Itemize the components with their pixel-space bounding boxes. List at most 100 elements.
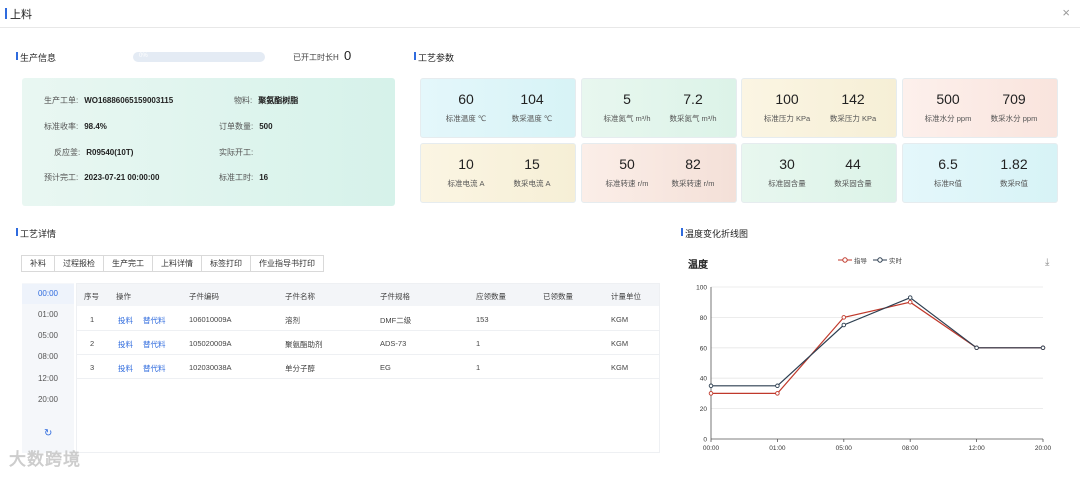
substitute-link[interactable]: 替代料: [143, 363, 166, 374]
legend-marker-guide: [838, 257, 852, 263]
cell-name: 单分子醇: [285, 364, 315, 373]
param-std-value: 5: [623, 91, 631, 107]
param-card-speed: 50 82 标准转速 r/m 数采转速 r/m: [581, 143, 737, 203]
dialog-header: 上料 ×: [0, 0, 1080, 28]
table-row: 1 投料 替代料 106010009A 溶剂 DMF二级 153 KGM: [77, 307, 659, 331]
column-header: 序号: [84, 292, 99, 301]
substitute-link[interactable]: 替代料: [143, 339, 166, 350]
label-print-button[interactable]: 标签打印: [201, 255, 251, 272]
complete-button[interactable]: 生产完工: [103, 255, 153, 272]
cell-unit: KGM: [611, 339, 629, 348]
cell-qty: 1: [476, 363, 481, 372]
param-std-value: 10: [458, 156, 474, 172]
param-std-value: 6.5: [938, 156, 958, 172]
refresh-icon[interactable]: ↻: [44, 428, 52, 439]
feed-link[interactable]: 投料: [118, 315, 133, 326]
param-card-moisture: 500 709 标准水分 ppm 数采水分 ppm: [902, 78, 1058, 138]
production-section-title: 生产信息: [15, 52, 57, 63]
param-act-label: 数采转速 r/m: [671, 179, 715, 188]
x-tick-label: 01:00: [769, 445, 786, 452]
column-header: 已领数量: [543, 292, 573, 301]
download-icon[interactable]: ⤓: [1045, 257, 1049, 268]
chart-section-title: 温度变化折线图: [680, 228, 749, 239]
param-std-value: 30: [779, 156, 795, 172]
table-row: 3 投料 替代料 102030038A 单分子醇 EG 1 KGM: [77, 355, 659, 379]
production-info-card: 生产工单: WO16886065159003115 标准收率: 98.4% 反应釜:…: [22, 78, 395, 206]
replenish-button[interactable]: 补料: [21, 255, 55, 272]
cell-code: 102030038A: [189, 363, 232, 372]
chart-legend[interactable]: 指导 实时: [838, 255, 902, 265]
param-card-current: 10 15 标准电流 A 数采电流 A: [420, 143, 576, 203]
time-item[interactable]: 05:00: [22, 326, 74, 346]
x-tick-label: 12:00: [968, 445, 985, 452]
legend-label-guide: 指导: [854, 258, 867, 265]
param-std-value: 60: [458, 91, 474, 107]
data-point: [775, 391, 780, 396]
param-act-label: 数采压力 KPa: [829, 114, 877, 123]
feed-link[interactable]: 投料: [118, 363, 133, 374]
y-tick-label: 60: [700, 345, 708, 352]
param-act-value: 82: [685, 156, 701, 172]
hours-value: 0: [344, 48, 352, 63]
column-header: 应领数量: [476, 292, 506, 301]
series-line-1: [711, 296, 1043, 387]
param-act-label: 数采温度 ℃: [511, 114, 553, 123]
action-button-group: 补料 过程报检 生产完工 上料详情 标签打印 作业指导书打印: [21, 255, 324, 272]
param-act-label: 数采R值: [1000, 179, 1028, 188]
inspection-button[interactable]: 过程报检: [54, 255, 104, 272]
close-icon[interactable]: ×: [1062, 5, 1070, 20]
info-order-qty: 订单数量: 500: [219, 122, 273, 131]
x-tick-label: 00:00: [703, 445, 720, 452]
param-card-temperature: 60 104 标准温度 ℃ 数采温度 ℃: [420, 78, 576, 138]
chart-title: 温度: [688, 260, 708, 271]
data-point: [907, 295, 913, 300]
cell-name: 聚氨酯助剂: [285, 340, 323, 349]
cell-qty: 1: [476, 339, 481, 348]
substitute-link[interactable]: 替代料: [143, 315, 166, 326]
dialog-title: 上料: [10, 9, 32, 21]
param-card-solids: 30 44 标准固含量 数采固含量: [741, 143, 897, 203]
info-expected-finish: 预计完工: 2023-07-21 00:00:00: [44, 173, 160, 182]
cell-name: 溶剂: [285, 316, 300, 325]
legend-marker-realtime: [873, 257, 887, 263]
materials-table: 序号 操作 子件编码 子件名称 子件规格 应领数量 已领数量 计量单位 1 投料…: [76, 283, 660, 453]
column-header: 子件名称: [285, 292, 315, 301]
param-act-label: 数采固含量: [834, 179, 872, 188]
params-section-title: 工艺参数: [413, 52, 455, 63]
progress-text: 0%: [139, 53, 148, 59]
time-item[interactable]: 20:00: [22, 390, 74, 410]
cell-no: 2: [90, 339, 95, 348]
y-tick-label: 0: [703, 437, 707, 444]
cell-no: 3: [90, 363, 95, 372]
time-item[interactable]: 08:00: [22, 347, 74, 367]
param-act-value: 44: [845, 156, 861, 172]
cell-spec: ADS-73: [380, 339, 407, 348]
progress-bar: 0%: [133, 52, 265, 62]
data-point: [907, 299, 913, 305]
column-header: 计量单位: [611, 292, 641, 301]
temperature-line-chart: 0 20 40 60 80 100 00:00 01:00 05:00 08:00 12:00 20:…: [696, 285, 1052, 453]
column-header: 操作: [116, 292, 131, 301]
cell-no: 1: [90, 315, 95, 324]
data-point: [775, 383, 780, 389]
feed-link[interactable]: 投料: [118, 339, 133, 350]
param-std-value: 100: [775, 91, 799, 107]
y-tick-label: 80: [700, 315, 708, 322]
param-act-value: 1.82: [1000, 156, 1028, 172]
feeding-details-button[interactable]: 上料详情: [152, 255, 202, 272]
table-row: 2 投料 替代料 105020009A 聚氨酯助剂 ADS-73 1 KGM: [77, 331, 659, 355]
time-item[interactable]: 01:00: [22, 305, 74, 325]
param-act-value: 104: [520, 91, 544, 107]
y-tick-label: 20: [700, 406, 708, 413]
info-actual-start: 实际开工:: [219, 148, 254, 157]
time-item[interactable]: 12:00: [22, 369, 74, 389]
cell-unit: KGM: [611, 315, 629, 324]
info-std-hours: 标准工时: 16: [219, 173, 269, 182]
param-act-value: 7.2: [683, 91, 703, 107]
time-item[interactable]: 00:00: [22, 284, 74, 304]
param-std-value: 50: [619, 156, 635, 172]
param-act-label: 数采水分 ppm: [990, 114, 1038, 123]
data-point: [841, 322, 847, 328]
x-tick-label: 20:00: [1035, 445, 1052, 452]
instruction-print-button[interactable]: 作业指导书打印: [250, 255, 324, 272]
